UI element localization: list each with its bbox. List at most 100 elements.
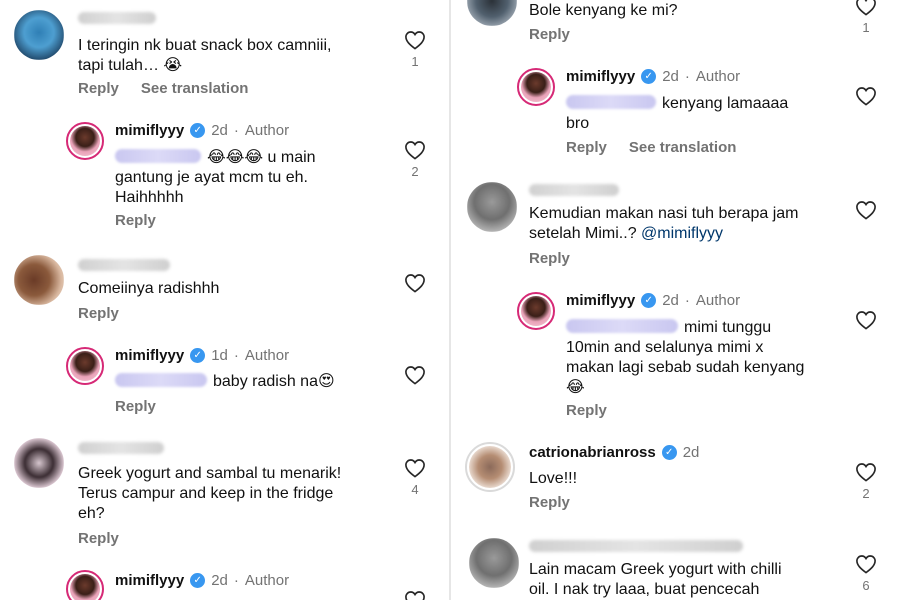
author-avatar[interactable] bbox=[517, 292, 555, 330]
heart-icon[interactable] bbox=[855, 0, 877, 16]
heart-icon[interactable] bbox=[855, 310, 877, 330]
heart-icon[interactable] bbox=[855, 554, 877, 574]
mention-blurred[interactable] bbox=[566, 319, 678, 333]
heart-icon[interactable] bbox=[404, 458, 426, 478]
comment-item: Lain macam Greek yogurt with chilli oil.… bbox=[451, 530, 900, 600]
mention-blurred[interactable] bbox=[115, 373, 207, 387]
author-username[interactable]: mimiflyyy bbox=[115, 122, 184, 139]
like-control[interactable]: 1 bbox=[854, 0, 878, 35]
heart-icon[interactable] bbox=[404, 273, 426, 293]
verified-badge-icon: ✓ bbox=[190, 348, 206, 363]
reply-button[interactable]: Reply bbox=[529, 250, 570, 267]
commenter-avatar[interactable] bbox=[14, 438, 64, 488]
author-avatar[interactable] bbox=[517, 68, 555, 106]
author-sep-icon: · bbox=[684, 68, 690, 85]
reply-button[interactable]: Reply bbox=[566, 402, 607, 419]
reply-time[interactable]: 2d bbox=[662, 292, 679, 309]
commenter-username[interactable]: catrionabrianross bbox=[529, 444, 656, 461]
mention-blurred[interactable] bbox=[115, 149, 201, 163]
reply-header: mimiflyyy ✓ 2d · Author bbox=[566, 292, 740, 309]
see-translation-button[interactable]: See translation bbox=[141, 80, 249, 97]
commenter-username-blurred[interactable] bbox=[78, 259, 170, 271]
commenter-username-blurred[interactable] bbox=[78, 12, 156, 24]
author-username[interactable]: mimiflyyy bbox=[115, 572, 184, 589]
author-label: Author bbox=[695, 292, 741, 309]
like-control[interactable] bbox=[854, 310, 878, 330]
verified-badge-icon: ✓ bbox=[641, 293, 657, 308]
like-control[interactable]: 6 bbox=[854, 554, 878, 593]
comments-column-left: I teringin nk buat snack box camniii, ta… bbox=[0, 0, 449, 600]
like-control[interactable] bbox=[403, 590, 427, 600]
reply-time[interactable]: 2d bbox=[662, 68, 679, 85]
like-control[interactable] bbox=[403, 273, 427, 293]
comment-text: Love!!! bbox=[529, 470, 578, 487]
comment-actions: Reply bbox=[78, 530, 119, 547]
reply-button[interactable]: Reply bbox=[529, 26, 570, 43]
reply-button[interactable]: Reply bbox=[78, 305, 119, 322]
comment-item: catrionabrianross ✓ 2d Love!!! Reply 2 bbox=[451, 436, 900, 521]
reply-item: mimiflyyy ✓ 2d · Author 😂😂😂 u main gantu… bbox=[0, 110, 449, 235]
like-count: 6 bbox=[862, 578, 870, 593]
author-username[interactable]: mimiflyyy bbox=[115, 347, 184, 364]
reply-time[interactable]: 2d bbox=[211, 122, 228, 139]
reply-time[interactable]: 2d bbox=[211, 572, 228, 589]
see-translation-button[interactable]: See translation bbox=[629, 139, 737, 156]
comment-actions: Reply bbox=[529, 26, 570, 43]
reply-button[interactable]: Reply bbox=[529, 494, 570, 511]
commenter-username-blurred[interactable] bbox=[78, 442, 164, 454]
like-control[interactable]: 2 bbox=[854, 462, 878, 501]
author-avatar[interactable] bbox=[66, 122, 104, 160]
author-label: Author bbox=[695, 68, 741, 85]
commenter-avatar[interactable] bbox=[465, 442, 515, 492]
comment-time[interactable]: 2d bbox=[683, 444, 700, 461]
reply-button[interactable]: Reply bbox=[78, 80, 119, 97]
commenter-avatar[interactable] bbox=[14, 255, 64, 305]
heart-icon[interactable] bbox=[855, 200, 877, 220]
heart-icon[interactable] bbox=[404, 30, 426, 50]
heart-icon[interactable] bbox=[404, 365, 426, 385]
commenter-avatar[interactable] bbox=[467, 182, 517, 232]
reply-text: mimi tunggu 10min and selalunya mimi x m… bbox=[566, 319, 805, 396]
comment-text: Greek yogurt and sambal tu menarik! Teru… bbox=[78, 465, 342, 522]
heart-icon[interactable] bbox=[855, 462, 877, 482]
reply-text: baby radish na😍 bbox=[115, 372, 395, 392]
like-control[interactable] bbox=[854, 200, 878, 220]
author-avatar[interactable] bbox=[66, 347, 104, 385]
mention-link[interactable]: @mimiflyyy bbox=[641, 225, 723, 242]
author-label: Author bbox=[244, 122, 290, 139]
like-control[interactable]: 2 bbox=[403, 140, 427, 179]
author-sep-icon: · bbox=[684, 292, 690, 309]
like-count: 1 bbox=[862, 20, 870, 35]
author-avatar[interactable] bbox=[66, 570, 104, 600]
like-control[interactable]: 1 bbox=[403, 30, 427, 69]
comment-text: I teringin nk buat snack box camniii, ta… bbox=[78, 37, 332, 74]
reply-button[interactable]: Reply bbox=[115, 398, 156, 415]
comment-item: Comeiinya radishhh Reply bbox=[0, 245, 449, 325]
author-username[interactable]: mimiflyyy bbox=[566, 292, 635, 309]
author-username[interactable]: mimiflyyy bbox=[566, 68, 635, 85]
commenter-avatar[interactable] bbox=[467, 0, 517, 26]
heart-icon[interactable] bbox=[855, 86, 877, 106]
reply-actions: Reply bbox=[115, 398, 156, 415]
verified-badge-icon: ✓ bbox=[661, 445, 677, 460]
author-label: Author bbox=[244, 347, 290, 364]
comment-actions: Reply See translation bbox=[78, 80, 248, 97]
heart-icon[interactable] bbox=[404, 590, 426, 600]
reply-header: mimiflyyy ✓ 2d · Author bbox=[566, 68, 740, 85]
commenter-avatar[interactable] bbox=[469, 538, 519, 588]
reply-time[interactable]: 1d bbox=[211, 347, 228, 364]
reply-item: mimiflyyy ✓ 1d · Author baby radish na😍 … bbox=[0, 335, 449, 420]
commenter-username-blurred[interactable] bbox=[529, 184, 619, 196]
heart-icon[interactable] bbox=[404, 140, 426, 160]
commenter-avatar[interactable] bbox=[14, 10, 64, 60]
reply-button[interactable]: Reply bbox=[115, 212, 156, 229]
commenter-username-blurred[interactable] bbox=[529, 540, 743, 552]
reply-button[interactable]: Reply bbox=[566, 139, 607, 156]
like-control[interactable] bbox=[403, 365, 427, 385]
reply-button[interactable]: Reply bbox=[78, 530, 119, 547]
like-control[interactable]: 4 bbox=[403, 458, 427, 497]
author-sep-icon: · bbox=[233, 122, 239, 139]
comment-item: Greek yogurt and sambal tu menarik! Teru… bbox=[0, 430, 449, 555]
like-control[interactable] bbox=[854, 86, 878, 106]
mention-blurred[interactable] bbox=[566, 95, 656, 109]
